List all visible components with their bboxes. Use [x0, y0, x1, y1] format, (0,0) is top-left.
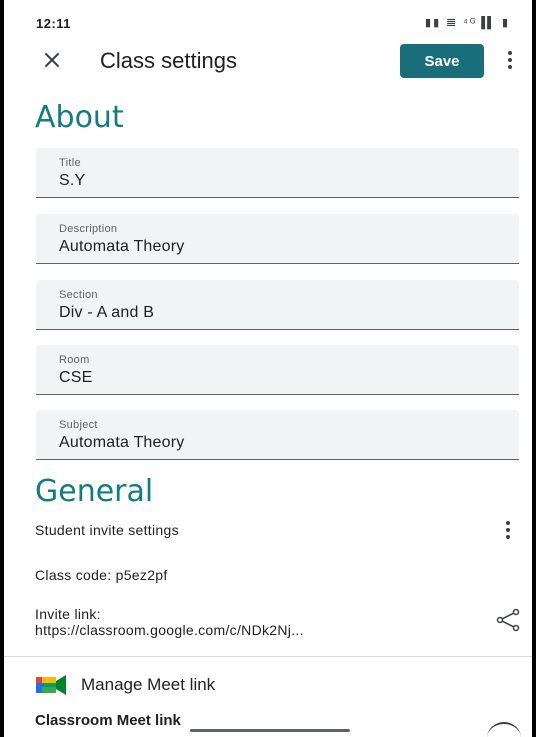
general-heading: General	[35, 474, 154, 509]
description-field[interactable]: Description Automata Theory	[36, 214, 519, 264]
page-title: Class settings	[100, 48, 237, 73]
gesture-home-bar[interactable]	[190, 729, 350, 732]
class-code: Class code: p5ez2pf	[35, 567, 168, 583]
toolbar: Class settings Save	[4, 42, 532, 82]
title-field-label: Title	[59, 157, 81, 169]
title-field[interactable]: Title S.Y	[36, 148, 519, 198]
description-field-value[interactable]: Automata Theory	[59, 238, 184, 256]
manage-meet-link-row[interactable]: Manage Meet link	[4, 668, 532, 700]
manage-meet-link-label: Manage Meet link	[81, 675, 216, 694]
subject-field[interactable]: Subject Automata Theory	[36, 410, 519, 460]
section-field[interactable]: Section Div - A and B	[36, 280, 519, 330]
subject-field-label: Subject	[59, 419, 98, 431]
description-field-label: Description	[59, 223, 118, 235]
invite-link-label: Invite link:	[35, 606, 101, 622]
divider	[4, 656, 532, 657]
room-field[interactable]: Room CSE	[36, 345, 519, 395]
room-field-label: Room	[59, 354, 90, 366]
invite-link-url: https://classroom.google.com/c/NDk2Nj...	[35, 622, 304, 638]
status-icons: ▮▮ 𝌆 ⁴ᴳ▐▌ ▮	[425, 17, 510, 29]
section-field-label: Section	[59, 289, 98, 301]
room-field-value[interactable]: CSE	[59, 369, 93, 387]
about-heading: About	[35, 100, 124, 135]
classroom-meet-link-label: Classroom Meet link	[35, 712, 181, 729]
more-vert-icon[interactable]	[500, 48, 520, 72]
close-icon[interactable]	[40, 48, 64, 72]
title-field-value[interactable]: S.Y	[59, 172, 85, 190]
student-invite-settings[interactable]: Student invite settings	[35, 522, 179, 538]
status-bar: 12:11 ▮▮ 𝌆 ⁴ᴳ▐▌ ▮	[4, 0, 532, 42]
app-screen: 12:11 ▮▮ 𝌆 ⁴ᴳ▐▌ ▮ Class settings Save Ab…	[4, 0, 532, 737]
save-button[interactable]: Save	[400, 44, 484, 78]
status-time: 12:11	[36, 16, 72, 31]
google-meet-icon	[36, 674, 70, 701]
section-field-value[interactable]: Div - A and B	[59, 304, 154, 322]
meet-link-toggle[interactable]	[487, 722, 521, 737]
share-icon[interactable]	[494, 608, 522, 632]
subject-field-value[interactable]: Automata Theory	[59, 434, 184, 452]
more-vert-icon[interactable]	[500, 518, 516, 542]
